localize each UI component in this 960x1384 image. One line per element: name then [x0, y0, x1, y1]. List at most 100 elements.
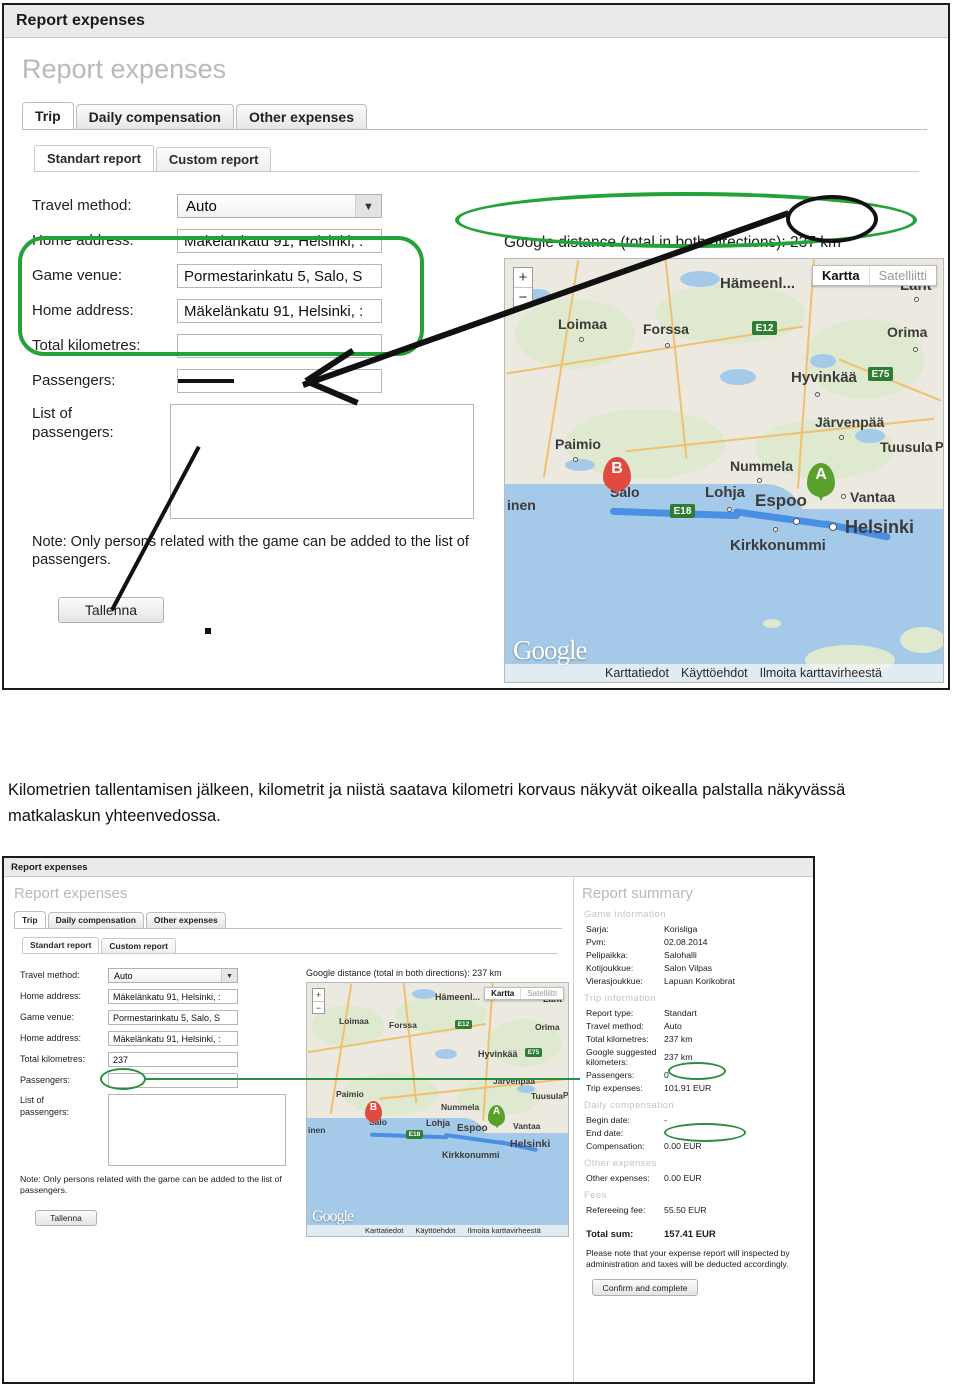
map-city-hyvinkaa: Hyvinkää	[791, 369, 857, 386]
bottom-map-pin-b[interactable]: B	[365, 1101, 382, 1124]
map-pin-a[interactable]: A	[807, 463, 835, 501]
bottom-save-button[interactable]: Tallenna	[35, 1209, 97, 1226]
tab-trip[interactable]: Trip	[22, 102, 74, 129]
bottom-map-city-tuusula: Tuusula	[531, 1091, 563, 1101]
bottom-subtab-standart-report[interactable]: Standart report	[22, 937, 100, 953]
zoom-out-button[interactable]: −	[514, 287, 532, 306]
bottom-zoom-out-label: −	[315, 1002, 322, 1013]
attrib-karttatiedot[interactable]: Karttatiedot	[605, 666, 669, 680]
map-city-dot	[757, 478, 762, 483]
bottom-game-venue-label: Game venue:	[20, 1012, 75, 1022]
bottom-attrib-ilmoita-karttavirheesta[interactable]: Ilmoita karttavirheestä	[467, 1226, 540, 1235]
home-address-2-value: Mäkelänkatu 91, Helsinki, :	[184, 302, 364, 320]
total-kilometres-input[interactable]	[177, 334, 382, 358]
bottom-zoom-in-button[interactable]: +	[313, 989, 324, 1001]
top-map[interactable]: E12 E75 E18 Hämeenl... Lant Loimaa Forss…	[504, 258, 944, 683]
caption-text: Kilometrien tallentamisen jälkeen, kilom…	[8, 781, 846, 825]
bottom-map-lake	[412, 989, 436, 999]
subtab-custom-report[interactable]: Custom report	[155, 147, 272, 171]
map-city-forssa: Forssa	[643, 321, 689, 337]
bottom-list-of-passengers-textarea[interactable]	[108, 1094, 286, 1166]
subtab-standart-report[interactable]: Standart report	[34, 145, 154, 171]
bottom-map-lake	[435, 1049, 457, 1059]
summary-row: End date: -	[586, 1128, 805, 1138]
bottom-zoom-in-label: +	[315, 990, 322, 1000]
confirm-and-complete-button[interactable]: Confirm and complete	[592, 1279, 698, 1297]
road-shield-e75: E75	[868, 367, 893, 381]
bottom-total-kilometres-input[interactable]: 237	[108, 1052, 238, 1067]
travel-method-select[interactable]: Auto ▼	[177, 194, 382, 218]
zoom-in-button[interactable]: +	[514, 268, 532, 287]
bottom-map-city-kirkkonummi: Kirkkonummi	[442, 1150, 500, 1160]
summary-row: Google suggested kilometers: 237 km	[586, 1047, 805, 1067]
list-of-passengers-label: List of passengers:	[32, 405, 114, 441]
row-passengers: Passengers:	[32, 369, 474, 393]
map-pin-b-tip	[612, 485, 622, 495]
summary-value: Auto	[664, 1021, 682, 1031]
map-type-control[interactable]: Kartta Satelliitti	[812, 265, 937, 286]
map-type-satelliitti-button[interactable]: Satelliitti	[868, 266, 936, 285]
summary-row: Kotijoukkue: Salon Vilpas	[586, 963, 805, 973]
bottom-map-city-hyvinkaa: Hyvinkää	[478, 1049, 518, 1059]
bottom-game-venue-input[interactable]: Pormestarinkatu 5, Salo, S	[108, 1010, 238, 1025]
bottom-attrib-kayttoehdot[interactable]: Käyttöehdot	[415, 1226, 455, 1235]
summary-row: Other expenses: 0.00 EUR	[586, 1173, 805, 1183]
bottom-zoom-out-button[interactable]: −	[313, 1001, 324, 1013]
map-vegetation	[515, 299, 635, 369]
bottom-subtab-custom-report[interactable]: Custom report	[101, 938, 176, 953]
summary-section-heading: Game information	[584, 909, 666, 920]
map-city-dot	[914, 297, 919, 302]
bottom-map-type-kartta-button[interactable]: Kartta	[485, 988, 521, 999]
passengers-label: Passengers:	[32, 372, 116, 389]
bottom-map[interactable]: E12 E75 E18 Hämeenl... Lant Loimaa Forss…	[306, 982, 569, 1237]
subtab-standart-report-label: Standart report	[47, 151, 141, 166]
map-city-jarvenpaa: Järvenpää	[815, 414, 885, 430]
list-of-passengers-textarea[interactable]	[169, 404, 474, 519]
map-city-orimattila: Orima	[887, 324, 928, 340]
summary-key: End date:	[586, 1128, 624, 1138]
summary-row: Travel method: Auto	[586, 1021, 805, 1031]
summary-value: Standart	[664, 1008, 697, 1018]
bottom-tab-daily-compensation[interactable]: Daily compensation	[47, 912, 144, 928]
top-window-body: Report expenses Trip Daily compensation …	[4, 38, 948, 688]
bottom-home-address-2-label: Home address:	[20, 1033, 82, 1043]
map-type-kartta-button[interactable]: Kartta	[813, 266, 869, 285]
bottom-map-zoom-control[interactable]: + −	[312, 988, 325, 1014]
bottom-road-shield-e75: E75	[525, 1048, 542, 1057]
home-address-2-input[interactable]: Mäkelänkatu 91, Helsinki, :	[177, 299, 382, 323]
top-form-column: Report expenses Trip Daily compensation …	[4, 38, 927, 688]
save-button[interactable]: Tallenna	[58, 597, 164, 624]
bottom-attrib-karttatiedot[interactable]: Karttatiedot	[365, 1226, 403, 1235]
game-venue-input[interactable]: Pormestarinkatu 5, Salo, S	[177, 264, 382, 288]
bottom-travel-method-select[interactable]: Auto ▼	[108, 968, 238, 983]
attrib-kayttoehdot[interactable]: Käyttöehdot	[681, 666, 748, 680]
bottom-form-and-map: Travel method: Auto ▼ Home address: Mäke…	[12, 954, 573, 1237]
map-zoom-control[interactable]: + −	[513, 267, 533, 307]
bottom-map-type-satelliitti-button[interactable]: Satelliitti	[520, 988, 563, 999]
bottom-tab-trip[interactable]: Trip	[14, 911, 46, 928]
tab-daily-compensation[interactable]: Daily compensation	[75, 104, 234, 129]
map-city-dot	[793, 518, 800, 525]
caption-paragraph: Kilometrien tallentamisen jälkeen, kilom…	[8, 778, 938, 829]
summary-section-heading: Trip information	[584, 993, 657, 1004]
passengers-input[interactable]	[177, 369, 382, 393]
bottom-home-address-input[interactable]: Mäkelänkatu 91, Helsinki, :	[108, 989, 238, 1004]
bottom-home-address-2-input[interactable]: Mäkelänkatu 91, Helsinki, :	[108, 1031, 238, 1046]
bottom-form-panel: Report expenses Trip Daily compensation …	[4, 877, 574, 1382]
bottom-google-logo-text: Google	[312, 1208, 354, 1225]
bottom-passengers-note-text: Note: Only persons related with the game…	[20, 1174, 282, 1195]
bottom-chevron-down-icon: ▼	[221, 969, 237, 982]
bottom-road-shield-e18: E18	[406, 1130, 423, 1139]
bottom-travel-method-value: Auto	[114, 970, 133, 981]
tab-other-expenses[interactable]: Other expenses	[235, 104, 367, 129]
bottom-tab-other-expenses[interactable]: Other expenses	[145, 912, 226, 928]
bottom-map-pin-a[interactable]: A	[488, 1105, 505, 1128]
bottom-map-city-nummela: Nummela	[441, 1102, 480, 1112]
map-pin-b[interactable]: B	[603, 457, 631, 495]
attrib-ilmoita-karttavirheesta[interactable]: Ilmoita karttavirheestä	[760, 666, 882, 680]
home-address-input[interactable]: Mäkelänkatu 91, Helsinki, :	[177, 229, 382, 253]
confirm-and-complete-label: Confirm and complete	[602, 1282, 688, 1293]
bottom-map-type-control[interactable]: Kartta Satelliitti	[484, 987, 564, 1000]
bottom-passengers-input[interactable]	[108, 1073, 238, 1088]
map-pin-b-label: B	[611, 460, 623, 477]
